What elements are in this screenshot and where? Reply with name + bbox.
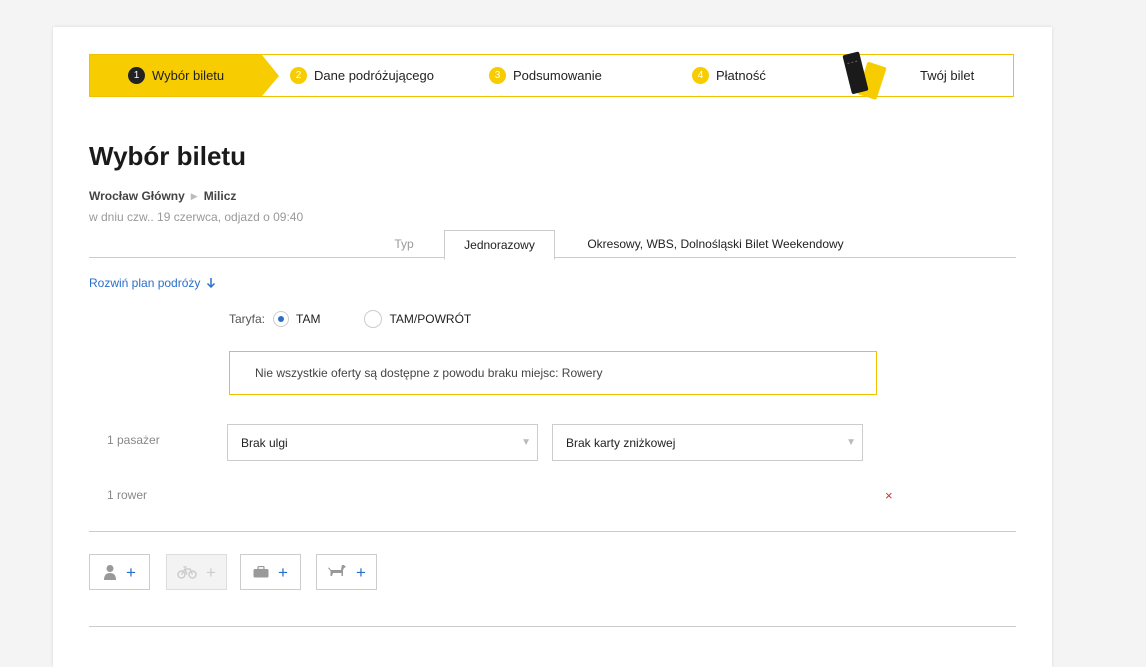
divider — [89, 531, 1016, 532]
luggage-icon — [253, 566, 269, 578]
route: Wrocław Główny ▶ Milicz — [89, 189, 236, 203]
tab-type-label: Typ — [394, 237, 414, 251]
add-passenger-button[interactable]: + — [89, 554, 150, 590]
plus-icon: + — [206, 562, 216, 582]
step-number: 2 — [290, 67, 307, 84]
progress-stepper: 1 Wybór biletu 2 Dane podróżującego 3 Po… — [89, 51, 1014, 100]
ticket-card: 1 Wybór biletu 2 Dane podróżującego 3 Po… — [53, 27, 1052, 667]
discount-card-select[interactable]: Brak karty zniżkowej ▼ — [552, 424, 863, 461]
discount-card-select-value: Brak karty zniżkowej — [566, 435, 676, 450]
fare-label: Taryfa: — [229, 312, 266, 326]
fare-option-label: TAM/POWRÓT — [389, 312, 472, 326]
add-bike-button[interactable]: + — [166, 554, 227, 590]
step-ticket-choice: 1 Wybór biletu — [128, 55, 224, 96]
page-title: Wybór biletu — [89, 141, 246, 171]
person-icon — [104, 565, 117, 580]
step-your-ticket: Twój bilet — [920, 55, 974, 96]
caret-down-icon: ▼ — [521, 437, 531, 448]
expand-journey-plan-link[interactable]: Rozwiń plan podróży — [89, 276, 216, 290]
plus-icon: + — [278, 562, 288, 582]
expand-link-label: Rozwiń plan podróży — [89, 276, 201, 290]
step-label: Twój bilet — [920, 68, 975, 83]
tab-periodic[interactable]: Okresowy, WBS, Dolnośląski Bilet Weekend… — [573, 230, 858, 258]
step-label: Płatność — [716, 68, 766, 83]
ticket-icon — [842, 51, 887, 100]
arrow-down-icon — [206, 278, 215, 289]
step-number: 4 — [692, 67, 709, 84]
step-active-arrow — [262, 55, 279, 96]
discount-select-value: Brak ulgi — [241, 435, 288, 450]
bike-icon — [177, 566, 197, 579]
step-traveler-data: 2 Dane podróżującego — [290, 55, 434, 96]
availability-notice: Nie wszystkie oferty są dostępne z powod… — [229, 351, 877, 395]
fare-radio-return[interactable] — [364, 310, 383, 328]
step-number: 3 — [489, 67, 506, 84]
add-dog-button[interactable]: + — [316, 554, 377, 590]
divider — [89, 626, 1016, 627]
step-label: Dane podróżującego — [314, 68, 434, 83]
fare-selector: Taryfa: TAM TAM/POWRÓT — [229, 310, 515, 328]
fare-option-label: TAM — [296, 312, 321, 326]
dog-icon — [328, 565, 347, 576]
remove-bike-button[interactable]: × — [885, 488, 893, 503]
fare-radio-one-way[interactable] — [273, 311, 290, 327]
passenger-label: 1 pasażer — [107, 433, 160, 447]
step-summary: 3 Podsumowanie — [489, 55, 602, 96]
discount-select[interactable]: Brak ulgi ▼ — [227, 424, 538, 461]
route-to: Milicz — [203, 189, 237, 203]
bike-label: 1 rower — [107, 488, 148, 502]
step-number: 1 — [128, 67, 145, 84]
departure-date: w dniu czw.. 19 czerwca, odjazd o 09:40 — [89, 210, 304, 224]
notice-text: Nie wszystkie oferty są dostępne z powod… — [255, 366, 603, 380]
caret-down-icon: ▼ — [846, 437, 856, 448]
route-from: Wrocław Główny — [89, 189, 185, 203]
add-luggage-button[interactable]: + — [240, 554, 301, 590]
step-payment: 4 Płatność — [692, 55, 766, 96]
plus-icon: + — [356, 562, 366, 582]
route-arrow-icon: ▶ — [190, 190, 198, 201]
step-label: Podsumowanie — [513, 68, 602, 83]
plus-icon: + — [126, 562, 136, 582]
tab-single[interactable]: Jednorazowy — [444, 230, 555, 260]
step-label: Wybór biletu — [152, 68, 225, 83]
